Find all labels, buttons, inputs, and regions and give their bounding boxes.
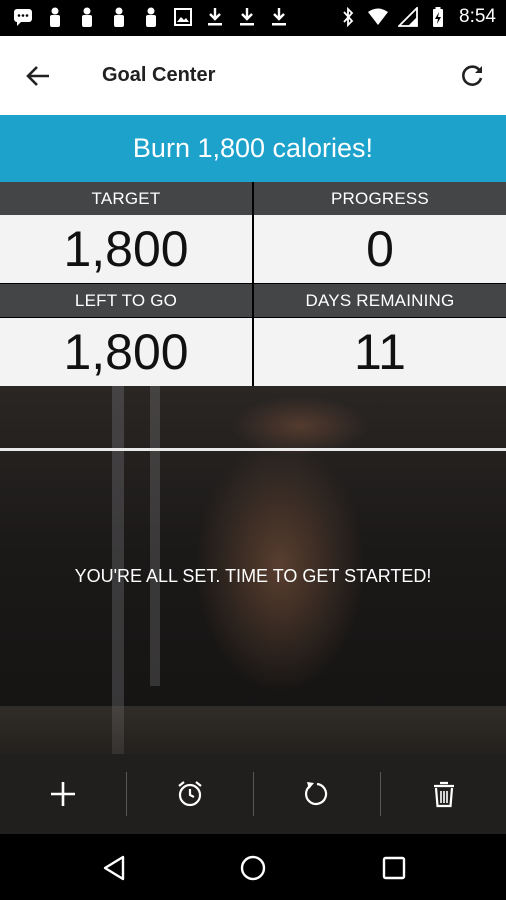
download-icon bbox=[268, 6, 290, 28]
download-icon bbox=[236, 6, 258, 28]
add-button[interactable] bbox=[0, 754, 126, 834]
reminder-button[interactable] bbox=[127, 754, 253, 834]
progress-label: PROGRESS bbox=[254, 182, 506, 215]
home-circle-icon bbox=[240, 855, 266, 881]
message-icon bbox=[12, 6, 34, 28]
status-message: YOU'RE ALL SET. TIME TO GET STARTED! bbox=[74, 566, 432, 586]
system-icons: 8:54 bbox=[337, 6, 496, 28]
person-icon bbox=[76, 6, 98, 28]
bluetooth-icon bbox=[337, 6, 359, 28]
recents-nav-button[interactable] bbox=[374, 848, 414, 888]
progress-value: 0 bbox=[254, 215, 506, 283]
back-triangle-icon bbox=[103, 855, 125, 881]
person-icon bbox=[108, 6, 130, 28]
clock-time: 8:54 bbox=[459, 6, 496, 27]
battery-charging-icon bbox=[427, 6, 449, 28]
reset-button[interactable] bbox=[254, 754, 380, 834]
page-title: Goal Center bbox=[102, 64, 216, 86]
add-icon bbox=[51, 782, 75, 806]
delete-icon bbox=[434, 781, 454, 808]
photo-detail bbox=[150, 386, 160, 686]
delete-button[interactable] bbox=[381, 754, 506, 834]
days-remaining-value: 11 bbox=[254, 318, 506, 386]
divider bbox=[0, 448, 506, 451]
target-value: 1,800 bbox=[0, 215, 252, 283]
notification-icons bbox=[12, 6, 290, 28]
refresh-icon bbox=[462, 65, 483, 86]
download-icon bbox=[204, 6, 226, 28]
back-arrow-icon bbox=[26, 66, 49, 86]
reset-icon bbox=[304, 782, 328, 806]
days-remaining-label: DAYS REMAINING bbox=[254, 284, 506, 317]
target-label: TARGET bbox=[0, 182, 252, 215]
status-bar: 8:54 bbox=[0, 0, 506, 36]
goal-banner: Burn 1,800 calories! bbox=[0, 115, 506, 182]
app-bar: Goal Center bbox=[0, 36, 506, 115]
refresh-button[interactable] bbox=[456, 60, 488, 92]
home-nav-button[interactable] bbox=[233, 848, 273, 888]
back-button[interactable] bbox=[22, 60, 54, 92]
action-bar bbox=[0, 754, 506, 834]
navigation-bar bbox=[0, 834, 506, 900]
left-to-go-label: LEFT TO GO bbox=[0, 284, 252, 317]
photo-detail bbox=[0, 706, 506, 754]
person-icon bbox=[44, 6, 66, 28]
image-icon bbox=[172, 6, 194, 28]
signal-icon bbox=[397, 6, 419, 28]
recents-square-icon bbox=[382, 856, 406, 880]
person-icon bbox=[140, 6, 162, 28]
back-nav-button[interactable] bbox=[94, 848, 134, 888]
wifi-icon bbox=[367, 6, 389, 28]
background-photo: YOU'RE ALL SET. TIME TO GET STARTED! bbox=[0, 386, 506, 754]
alarm-icon bbox=[178, 781, 202, 807]
left-to-go-value: 1,800 bbox=[0, 318, 252, 386]
